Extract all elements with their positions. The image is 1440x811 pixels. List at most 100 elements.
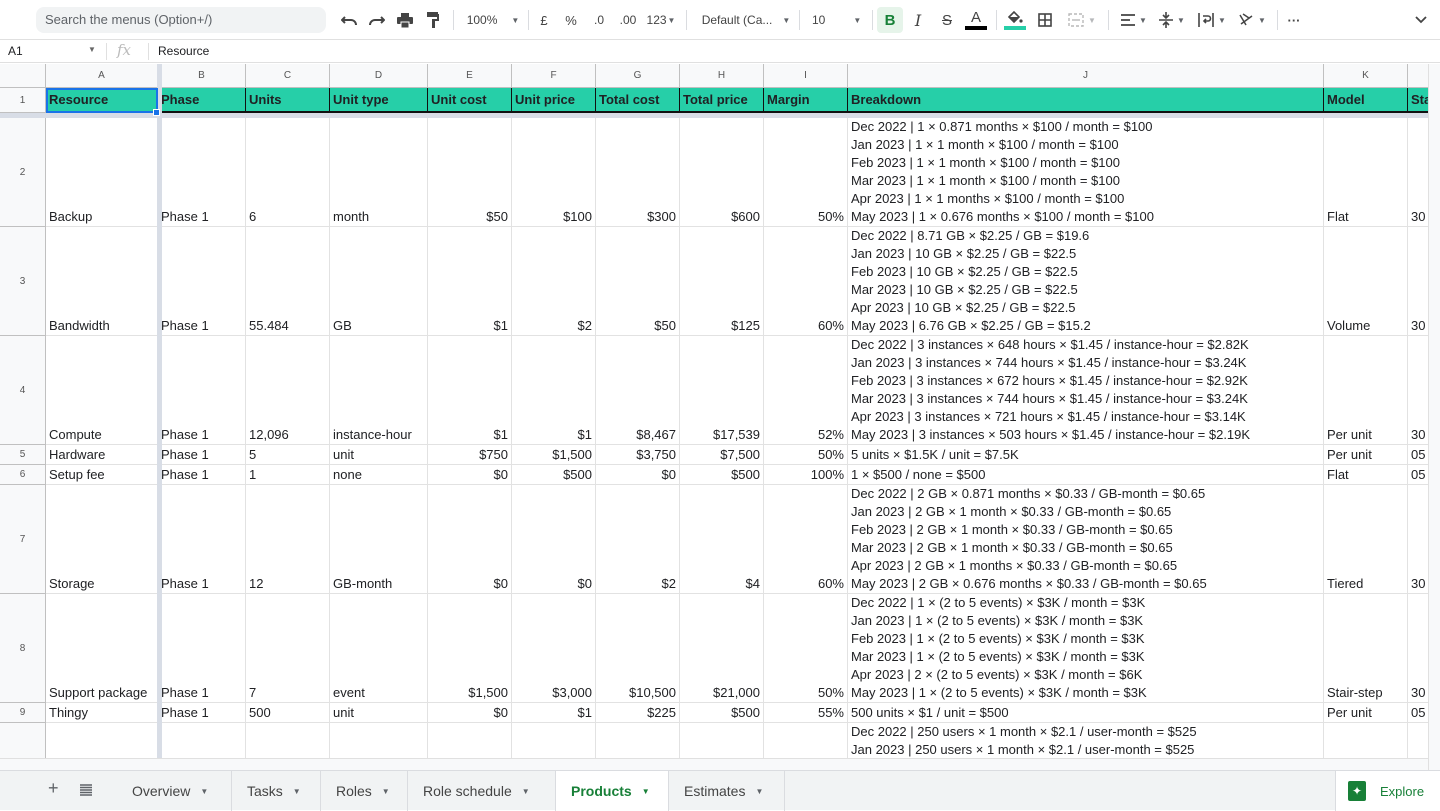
unit-type-cell[interactable]: instance-hour	[330, 336, 428, 445]
chevron-down-icon[interactable]: ▼	[293, 787, 301, 796]
name-box[interactable]: A1	[8, 44, 23, 58]
column-header-a[interactable]: A	[46, 64, 158, 88]
resource-cell[interactable]: Backup	[46, 118, 158, 227]
chevron-down-icon[interactable]: ▼	[382, 787, 390, 796]
sheet-tab-estimates[interactable]: Estimates ▼	[669, 771, 785, 811]
start-cell[interactable]: 05	[1408, 465, 1428, 485]
redo-icon[interactable]	[366, 8, 388, 32]
margin-cell[interactable]: 100%	[764, 465, 848, 485]
borders-icon[interactable]	[1035, 8, 1055, 32]
total-price-cell[interactable]: $500	[680, 703, 764, 723]
explore-button[interactable]: ✦ Explore	[1335, 771, 1440, 811]
units-cell[interactable]: 7	[246, 594, 330, 703]
header-cell[interactable]: Breakdown	[848, 88, 1324, 113]
resource-cell[interactable]: Storage	[46, 485, 158, 594]
chevron-down-icon[interactable]: ▼	[755, 787, 763, 796]
bold-button[interactable]: B	[877, 7, 903, 33]
chevron-down-icon[interactable]: ▼	[522, 787, 530, 796]
row-freeze-handle[interactable]	[0, 113, 1428, 118]
resource-cell[interactable]: Setup fee	[46, 465, 158, 485]
vertical-align-icon[interactable]: ▼	[1156, 8, 1188, 32]
model-cell[interactable]: Per unit	[1324, 336, 1408, 445]
sheet-tab-roles[interactable]: Roles ▼	[321, 771, 408, 811]
merge-cells-icon[interactable]: ▼	[1064, 8, 1100, 32]
text-rotation-icon[interactable]: ▼	[1235, 8, 1269, 32]
unit-price-cell[interactable]: $500	[512, 465, 596, 485]
column-header-e[interactable]: E	[428, 64, 512, 88]
row-header[interactable]: 7	[0, 485, 46, 594]
resource-cell[interactable]: Thingy	[46, 703, 158, 723]
sheet-tab-tasks[interactable]: Tasks ▼	[232, 771, 321, 811]
start-cell[interactable]: 30	[1408, 118, 1428, 227]
total-cost-cell[interactable]: $10,500	[596, 594, 680, 703]
breakdown-cell[interactable]: Dec 2022 | 250 users × 1 month × $2.1 / …	[848, 723, 1324, 763]
phase-cell[interactable]: Phase 1	[158, 485, 246, 594]
units-cell[interactable]: 5	[246, 445, 330, 465]
column-header-j[interactable]: J	[848, 64, 1324, 88]
header-cell[interactable]: Total price	[680, 88, 764, 113]
unit-cost-cell[interactable]: $1	[428, 336, 512, 445]
column-header-d[interactable]: D	[330, 64, 428, 88]
unit-type-cell[interactable]: GB-month	[330, 485, 428, 594]
total-cost-cell[interactable]: $3,750	[596, 445, 680, 465]
unit-cost-cell[interactable]: $750	[428, 445, 512, 465]
units-cell[interactable]: 1	[246, 465, 330, 485]
header-cell[interactable]: Sta	[1408, 88, 1428, 113]
total-cost-cell[interactable]: $300	[596, 118, 680, 227]
select-all-corner[interactable]	[0, 64, 46, 88]
row-header[interactable]: 3	[0, 227, 46, 336]
sheet-tab-products[interactable]: Products ▼	[556, 771, 669, 811]
breakdown-cell[interactable]: 5 units × $1.5K / unit = $7.5K	[848, 445, 1324, 465]
total-cost-cell[interactable]: $0	[596, 465, 680, 485]
unit-price-cell[interactable]: $1	[512, 336, 596, 445]
header-cell[interactable]: Unit cost	[428, 88, 512, 113]
units-cell[interactable]: 500	[246, 703, 330, 723]
fill-handle[interactable]	[153, 109, 160, 116]
header-cell[interactable]: Unit price	[512, 88, 596, 113]
unit-price-cell[interactable]: $3,000	[512, 594, 596, 703]
column-header-f[interactable]: F	[512, 64, 596, 88]
unit-price-cell[interactable]: $1	[512, 703, 596, 723]
font-size-select[interactable]: 10 ▼	[812, 8, 866, 32]
breakdown-cell[interactable]: 1 × $500 / none = $500	[848, 465, 1324, 485]
model-cell[interactable]: Stair-step	[1324, 594, 1408, 703]
margin-cell[interactable]: 50%	[764, 445, 848, 465]
units-cell[interactable]: 12	[246, 485, 330, 594]
phase-cell[interactable]: Phase 1	[158, 465, 246, 485]
text-color-button[interactable]: A	[964, 8, 988, 32]
margin-cell[interactable]: 52%	[764, 336, 848, 445]
start-cell[interactable]	[1408, 723, 1428, 763]
fill-color-button[interactable]	[1003, 8, 1027, 32]
start-cell[interactable]: 05	[1408, 703, 1428, 723]
total-cost-cell[interactable]: $50	[596, 227, 680, 336]
percent-format-button[interactable]: %	[562, 8, 580, 32]
collapse-toolbar-icon[interactable]	[1410, 8, 1432, 32]
add-sheet-icon[interactable]: +	[48, 778, 59, 799]
resource-cell[interactable]: Bandwidth	[46, 227, 158, 336]
text-wrap-icon[interactable]: ▼	[1195, 8, 1229, 32]
print-icon[interactable]	[394, 8, 416, 32]
chevron-down-icon[interactable]: ▼	[642, 787, 650, 796]
unit-cost-cell[interactable]	[428, 723, 512, 763]
model-cell[interactable]: Per unit	[1324, 445, 1408, 465]
start-cell[interactable]: 30	[1408, 227, 1428, 336]
column-header-k[interactable]: K	[1324, 64, 1408, 88]
units-cell[interactable]	[246, 723, 330, 763]
strikethrough-button[interactable]: S	[937, 8, 957, 32]
start-cell[interactable]: 30	[1408, 485, 1428, 594]
unit-cost-cell[interactable]: $0	[428, 485, 512, 594]
unit-type-cell[interactable]: event	[330, 594, 428, 703]
increase-decimal-button[interactable]: .00	[616, 8, 640, 32]
paint-format-icon[interactable]	[422, 8, 444, 32]
row-header[interactable]: 5	[0, 445, 46, 465]
horizontal-align-icon[interactable]: ▼	[1118, 8, 1150, 32]
header-cell[interactable]: Units	[246, 88, 330, 113]
more-options-icon[interactable]: ···	[1284, 8, 1304, 32]
total-cost-cell[interactable]: $8,467	[596, 336, 680, 445]
units-cell[interactable]: 12,096	[246, 336, 330, 445]
column-header-b[interactable]: B	[158, 64, 246, 88]
start-cell[interactable]: 30	[1408, 336, 1428, 445]
sheet-tab-role-schedule[interactable]: Role schedule ▼	[408, 771, 556, 811]
total-price-cell[interactable]: $500	[680, 465, 764, 485]
phase-cell[interactable]: Phase 1	[158, 336, 246, 445]
